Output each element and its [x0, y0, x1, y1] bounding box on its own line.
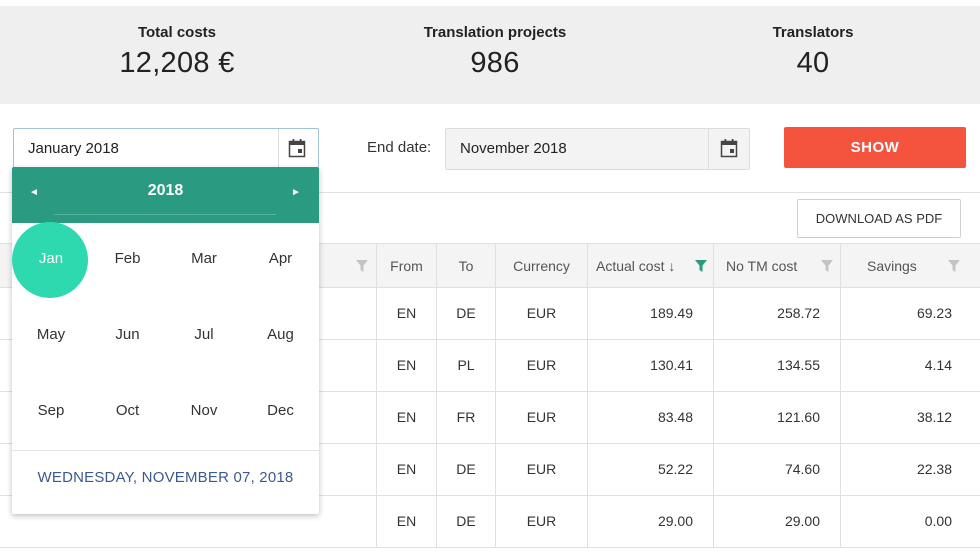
month-option-jun[interactable]: Jun — [90, 326, 166, 343]
table-cell: DE — [436, 288, 495, 339]
start-date-value: January 2018 — [28, 140, 119, 157]
divider — [12, 450, 319, 451]
column-header-hidden[interactable] — [320, 244, 376, 288]
table-cell: FR — [436, 392, 495, 443]
stat-translation-projects: Translation projects 986 — [365, 6, 625, 80]
filter-icon[interactable] — [356, 260, 368, 272]
start-date-input[interactable]: January 2018 — [13, 128, 319, 168]
month-picker-year[interactable]: 2018 — [12, 182, 319, 200]
end-date-input[interactable]: November 2018 — [445, 128, 750, 170]
column-label: To — [458, 258, 474, 274]
month-option-sep[interactable]: Sep — [13, 402, 89, 419]
table-cell: 258.72 — [713, 288, 840, 339]
column-label: From — [390, 258, 423, 274]
table-cell: 0.00 — [840, 496, 972, 547]
calendar-icon[interactable] — [288, 138, 306, 158]
table-cell: 52.22 — [587, 444, 713, 495]
month-option-mar[interactable]: Mar — [166, 250, 242, 267]
table-cell: 189.49 — [587, 288, 713, 339]
month-option-jul[interactable]: Jul — [166, 326, 242, 343]
filter-icon[interactable] — [821, 260, 833, 272]
table-cell: EUR — [495, 496, 587, 547]
month-option-jan[interactable]: Jan — [13, 250, 89, 267]
table-cell: 130.41 — [587, 340, 713, 391]
table-cell: EN — [376, 392, 436, 443]
column-header-no-tm-cost[interactable]: No TM cost — [713, 244, 840, 288]
stat-label: Total costs — [137, 24, 217, 41]
stat-value: 986 — [470, 47, 520, 79]
table-cell: EUR — [495, 288, 587, 339]
column-header-to[interactable]: To — [436, 244, 495, 288]
table-cell: 121.60 — [713, 392, 840, 443]
table-cell: 83.48 — [587, 392, 713, 443]
column-header-from[interactable]: From — [376, 244, 436, 288]
table-cell: EN — [376, 288, 436, 339]
table-cell: 29.00 — [587, 496, 713, 547]
show-button[interactable]: SHOW — [784, 127, 966, 168]
divider — [278, 129, 279, 167]
table-cell: EN — [376, 496, 436, 547]
month-option-apr[interactable]: Apr — [243, 250, 319, 267]
table-cell: EUR — [495, 392, 587, 443]
calendar-icon[interactable] — [720, 138, 738, 158]
column-header-currency[interactable]: Currency — [495, 244, 587, 288]
stat-label: Translators — [772, 24, 854, 41]
stat-translators: Translators 40 — [683, 6, 943, 80]
table-cell: DE — [436, 496, 495, 547]
table-cell: DE — [436, 444, 495, 495]
month-picker-popup: ◄ 2018 ► Jan Feb Mar Apr May Jun Jul Aug Sep Oct N… — [12, 167, 319, 514]
stat-total-costs: Total costs 12,208 € — [47, 6, 307, 80]
table-cell: 134.55 — [713, 340, 840, 391]
column-label: Actual cost ↓ — [596, 258, 676, 274]
month-option-nov[interactable]: Nov — [166, 402, 242, 419]
column-label: No TM cost — [726, 258, 798, 274]
table-cell: 74.60 — [713, 444, 840, 495]
table-cell: 29.00 — [713, 496, 840, 547]
month-option-aug[interactable]: Aug — [243, 326, 319, 343]
column-label: Savings — [867, 258, 917, 274]
end-date-label: End date: — [367, 139, 432, 156]
table-cell: 22.38 — [840, 444, 972, 495]
stat-value: 40 — [796, 47, 830, 79]
stat-label: Translation projects — [423, 24, 567, 41]
month-option-oct[interactable]: Oct — [90, 402, 166, 419]
stat-value: 12,208 € — [119, 47, 235, 79]
month-option-feb[interactable]: Feb — [90, 250, 166, 267]
download-pdf-button[interactable]: DOWNLOAD AS PDF — [797, 199, 961, 238]
stats-bar: Total costs 12,208 € Translation project… — [0, 6, 980, 104]
today-link[interactable]: WEDNESDAY, NOVEMBER 07, 2018 — [12, 469, 319, 486]
table-cell: 69.23 — [840, 288, 972, 339]
table-cell: PL — [436, 340, 495, 391]
table-cell: 38.12 — [840, 392, 972, 443]
chevron-right-icon[interactable]: ► — [286, 183, 306, 203]
filter-icon[interactable] — [948, 260, 960, 272]
divider — [708, 129, 709, 169]
table-cell: EN — [376, 340, 436, 391]
column-label: Currency — [513, 258, 570, 274]
month-option-dec[interactable]: Dec — [243, 402, 319, 419]
table-cell: EUR — [495, 340, 587, 391]
table-cell: EUR — [495, 444, 587, 495]
end-date-value: November 2018 — [460, 140, 567, 157]
month-option-may[interactable]: May — [13, 326, 89, 343]
divider — [54, 214, 276, 215]
filter-icon[interactable] — [695, 260, 707, 272]
column-header-actual-cost[interactable]: Actual cost ↓ — [587, 244, 713, 288]
table-cell: EN — [376, 444, 436, 495]
table-cell: 4.14 — [840, 340, 972, 391]
month-picker-header: ◄ 2018 ► — [12, 167, 319, 223]
column-header-savings[interactable]: Savings — [840, 244, 972, 288]
